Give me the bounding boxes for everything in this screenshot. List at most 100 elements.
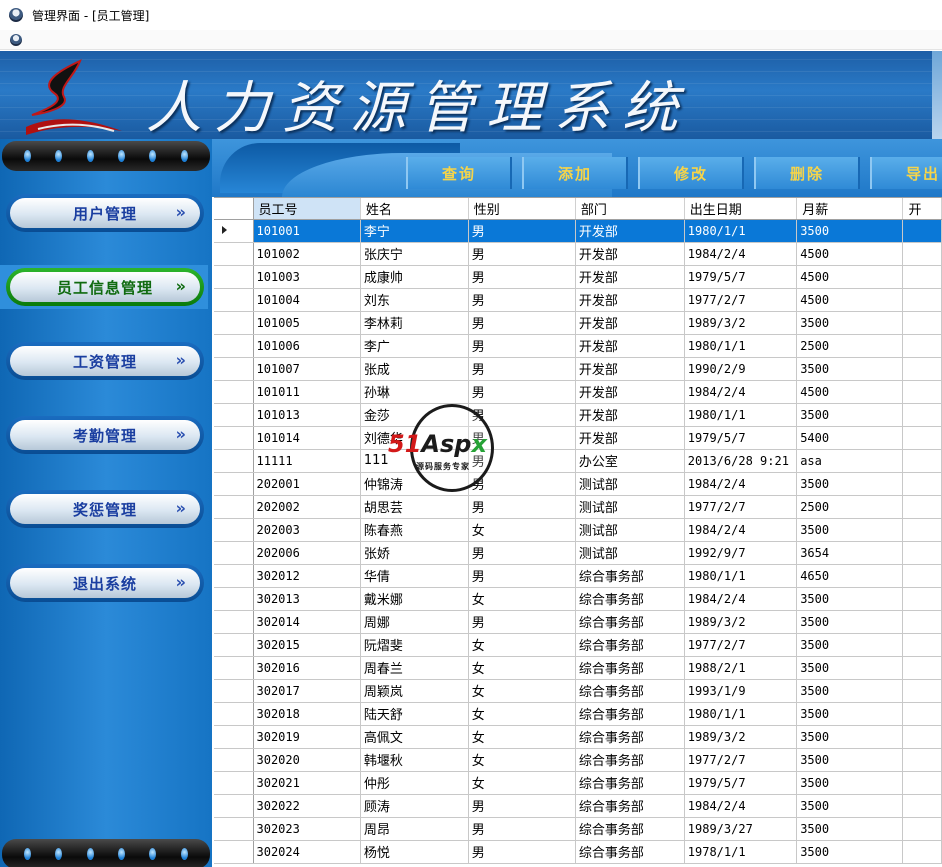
cell-employee-id[interactable]: 101006 [253, 334, 361, 358]
table-row[interactable]: 101004 刘东男开发部 1977/2/7 4500 [214, 288, 942, 312]
cell-department[interactable]: 测试部 [575, 472, 685, 496]
column-header-name[interactable]: 姓名 [360, 198, 469, 220]
cell-extra[interactable] [902, 610, 942, 634]
cell-extra[interactable] [902, 472, 942, 496]
cell-employee-id[interactable]: 302016 [253, 656, 361, 680]
cell-monthly-salary[interactable]: 3500 [796, 587, 904, 611]
cell-extra[interactable] [902, 495, 942, 519]
column-header-employee-id[interactable]: 员工号 [253, 198, 361, 220]
cell-employee-id[interactable]: 302018 [253, 702, 361, 726]
cell-gender[interactable]: 男 [468, 219, 576, 243]
cell-department[interactable]: 综合事务部 [575, 794, 685, 818]
cell-birth-date[interactable]: 1984/2/4 [684, 518, 798, 542]
table-row[interactable]: 302023 周昂男综合事务部 1989/3/27 3500 [214, 817, 942, 841]
cell-department[interactable]: 办公室 [575, 449, 685, 473]
cell-employee-id[interactable]: 302013 [253, 587, 361, 611]
cell-monthly-salary[interactable]: 3500 [796, 794, 904, 818]
cell-name[interactable]: 周春兰 [360, 656, 469, 680]
row-header[interactable] [214, 610, 254, 634]
row-header[interactable] [214, 334, 254, 358]
cell-birth-date[interactable]: 1990/2/9 [684, 357, 798, 381]
cell-department[interactable]: 综合事务部 [575, 702, 685, 726]
row-header[interactable] [214, 518, 254, 542]
cell-department[interactable]: 测试部 [575, 518, 685, 542]
cell-gender[interactable]: 男 [468, 426, 576, 450]
cell-birth-date[interactable]: 1984/2/4 [684, 242, 798, 266]
column-header-gender[interactable]: 性别 [468, 198, 576, 220]
cell-department[interactable]: 开发部 [575, 380, 685, 404]
cell-employee-id[interactable]: 302015 [253, 633, 361, 657]
cell-name[interactable]: 张庆宁 [360, 242, 469, 266]
cell-gender[interactable]: 女 [468, 587, 576, 611]
cell-extra[interactable] [902, 587, 942, 611]
sidebar-item-exit-system[interactable]: 退出系统 » [6, 564, 204, 602]
cell-birth-date[interactable]: 1980/1/1 [684, 403, 798, 427]
cell-gender[interactable]: 男 [468, 265, 576, 289]
cell-birth-date[interactable]: 1989/3/2 [684, 725, 798, 749]
cell-name[interactable]: 张成 [360, 357, 469, 381]
cell-department[interactable]: 开发部 [575, 242, 685, 266]
sidebar-item-user-management[interactable]: 用户管理 » [6, 194, 204, 232]
table-row[interactable]: 101013 金莎男开发部 1980/1/1 3500 [214, 403, 942, 427]
row-header[interactable] [214, 219, 254, 243]
cell-monthly-salary[interactable]: 3654 [796, 541, 904, 565]
cell-department[interactable]: 综合事务部 [575, 840, 685, 864]
cell-department[interactable]: 综合事务部 [575, 656, 685, 680]
cell-gender[interactable]: 男 [468, 380, 576, 404]
cell-name[interactable]: 胡思芸 [360, 495, 469, 519]
cell-gender[interactable]: 男 [468, 564, 576, 588]
cell-birth-date[interactable]: 1979/5/7 [684, 265, 798, 289]
cell-name[interactable]: 周昂 [360, 817, 469, 841]
row-header[interactable] [214, 357, 254, 381]
table-row[interactable]: 101002 张庆宁男开发部 1984/2/4 4500 [214, 242, 942, 266]
cell-monthly-salary[interactable]: 3500 [796, 311, 904, 335]
cell-employee-id[interactable]: 302023 [253, 817, 361, 841]
cell-gender[interactable]: 男 [468, 495, 576, 519]
cell-employee-id[interactable]: 302022 [253, 794, 361, 818]
row-header[interactable] [214, 587, 254, 611]
cell-birth-date[interactable]: 1984/2/4 [684, 587, 798, 611]
cell-department[interactable]: 综合事务部 [575, 748, 685, 772]
cell-name[interactable]: 仲彤 [360, 771, 469, 795]
cell-extra[interactable] [902, 748, 942, 772]
cell-extra[interactable] [902, 679, 942, 703]
cell-department[interactable]: 综合事务部 [575, 564, 685, 588]
cell-name[interactable]: 李林莉 [360, 311, 469, 335]
child-window-icon[interactable] [10, 33, 22, 46]
delete-button[interactable]: 删除 [754, 157, 860, 189]
cell-name[interactable]: 张娇 [360, 541, 469, 565]
cell-extra[interactable] [902, 702, 942, 726]
cell-gender[interactable]: 男 [468, 288, 576, 312]
row-header[interactable] [214, 541, 254, 565]
cell-employee-id[interactable]: 101002 [253, 242, 361, 266]
cell-employee-id[interactable]: 202001 [253, 472, 361, 496]
cell-monthly-salary[interactable]: 3500 [796, 472, 904, 496]
table-row[interactable]: 202002 胡思芸男测试部 1977/2/7 2500 [214, 495, 942, 519]
add-button[interactable]: 添加 [522, 157, 628, 189]
cell-department[interactable]: 测试部 [575, 495, 685, 519]
cell-monthly-salary[interactable]: 3500 [796, 725, 904, 749]
table-row[interactable]: 302013 戴米娜女综合事务部 1984/2/4 3500 [214, 587, 942, 611]
cell-monthly-salary[interactable]: 4500 [796, 380, 904, 404]
table-row[interactable]: 302021 仲彤女综合事务部 1979/5/7 3500 [214, 771, 942, 795]
cell-employee-id[interactable]: 302014 [253, 610, 361, 634]
cell-monthly-salary[interactable]: 3500 [796, 817, 904, 841]
employee-grid[interactable]: 员工号 姓名 性别 部门 出生日期 月薪 开 101001 李宁男开发部 1980/… [214, 197, 942, 867]
cell-extra[interactable] [902, 403, 942, 427]
cell-department[interactable]: 开发部 [575, 288, 685, 312]
row-header-corner[interactable] [214, 198, 254, 220]
row-header[interactable] [214, 311, 254, 335]
cell-monthly-salary[interactable]: 3500 [796, 219, 904, 243]
sidebar-item-attendance-management[interactable]: 考勤管理 » [6, 416, 204, 454]
cell-name[interactable]: 周娜 [360, 610, 469, 634]
cell-employee-id[interactable]: 101001 [253, 219, 361, 243]
cell-monthly-salary[interactable]: 2500 [796, 334, 904, 358]
row-header[interactable] [214, 242, 254, 266]
cell-monthly-salary[interactable]: 3500 [796, 748, 904, 772]
cell-name[interactable]: 杨悦 [360, 840, 469, 864]
cell-extra[interactable] [902, 817, 942, 841]
cell-birth-date[interactable]: 1993/1/9 [684, 679, 798, 703]
cell-gender[interactable]: 男 [468, 449, 576, 473]
column-header-birth-date[interactable]: 出生日期 [684, 198, 798, 220]
cell-name[interactable]: 111 [360, 449, 469, 473]
